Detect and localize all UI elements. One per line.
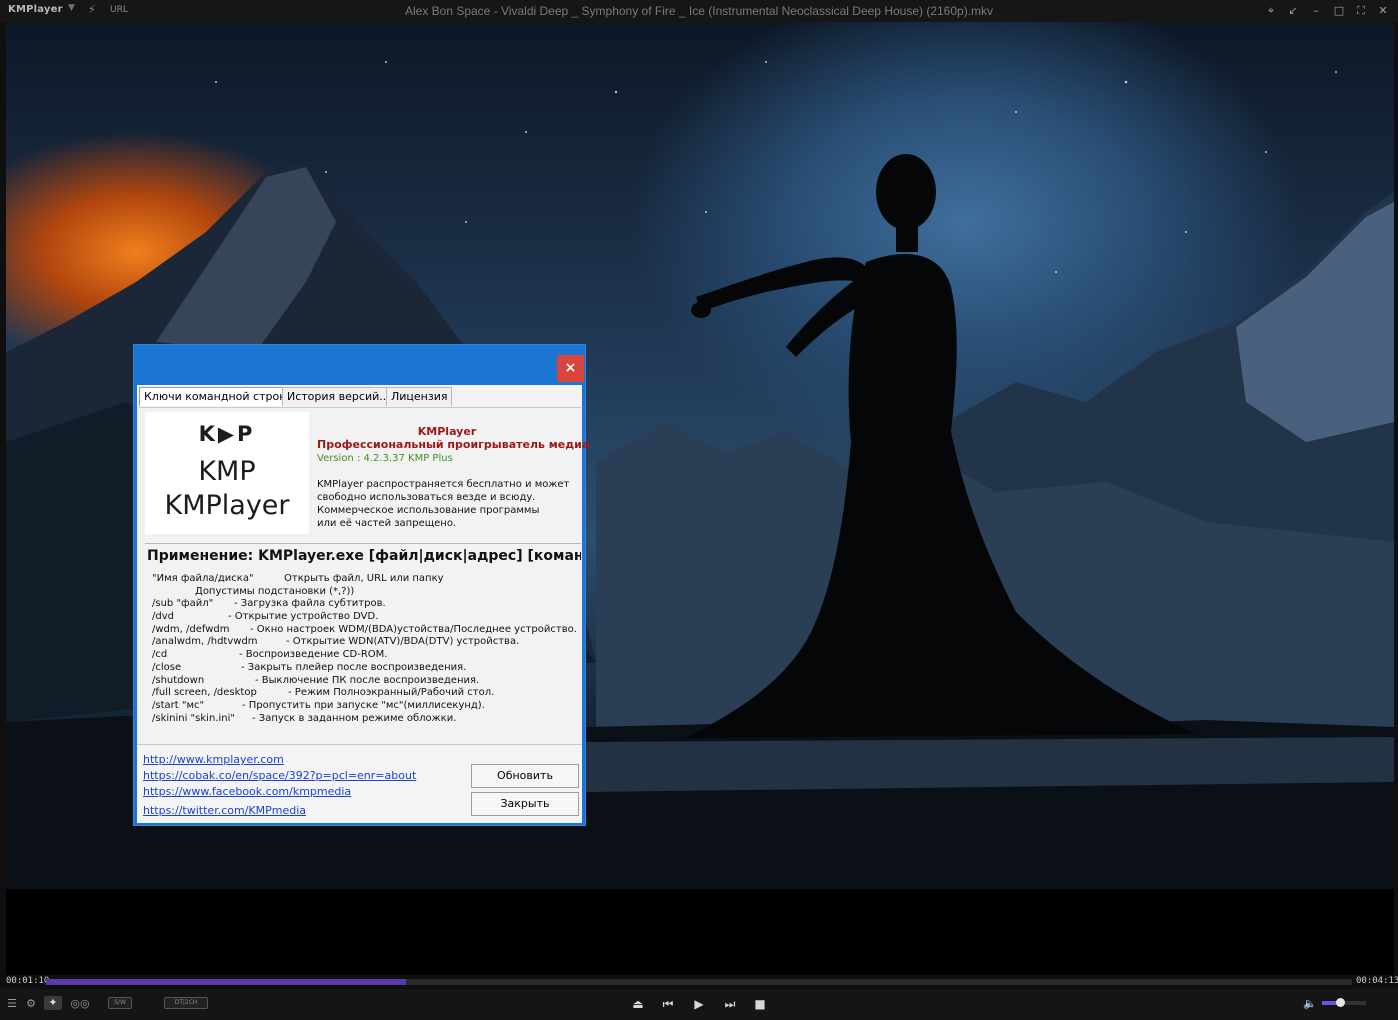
tab-command-line[interactable]: Ключи командной строки (139, 387, 298, 406)
command-row: /skinini "skin.ini" - Запуск в заданном р… (152, 713, 582, 726)
description-line: или её частей запрещено. (317, 518, 457, 529)
command-desc: - Режим Полноэкранный/Рабочий стол. (288, 687, 495, 699)
about-dialog: × Ключи командной строки История версий.… (133, 344, 589, 826)
command-row: /shutdown - Выключение ПК после воспроизв… (152, 675, 582, 688)
command-desc: - Окно настроек WDM/(BDA)устойства/После… (250, 623, 577, 635)
command-desc: - Закрыть плейер после воспроизведения. (241, 661, 467, 673)
command-row: Допустимы подстановки (*,?)) (152, 586, 582, 599)
seek-bar-fill (46, 979, 407, 985)
command-row: /analwdm, /hdtvwdm - Открытие WDN(ATV)/BD… (152, 636, 582, 649)
command-desc: - Открытие устройство DVD. (228, 611, 379, 623)
app-subtitle: Профессиональный проигрыватель медиа (317, 438, 590, 451)
update-button[interactable]: Обновить (471, 764, 579, 788)
dialog-close-button[interactable]: × (557, 355, 584, 382)
command-desc: Допустимы подстановки (*,?)) (195, 585, 355, 597)
description-line: свободно использоваться везде и всюду. (317, 492, 536, 503)
seek-bar[interactable] (46, 979, 1352, 985)
command-desc: Открыть файл, URL или папку (284, 573, 444, 584)
fullscreen-icon[interactable]: ⛶ (1352, 3, 1370, 19)
kmp-mark-logo: K▶P (198, 422, 256, 446)
dialog-tabs: Ключи командной строки История версий...… (137, 385, 582, 407)
eject-icon[interactable]: ⏏ (629, 996, 647, 1012)
command-desc: - Запуск в заданном режиме обложки. (252, 712, 457, 724)
command-key: /shutdown (152, 674, 205, 686)
kmp-logo: K▶P KMP KMPlayer (145, 412, 309, 534)
playlist-icon[interactable]: ☰ (6, 997, 18, 1011)
command-key: "Имя файла/диска" (152, 573, 254, 584)
link-cobak[interactable]: https://cobak.co/en/space/392?p=pcl=enr=… (143, 769, 416, 782)
title-bar: KMPlayer ▼ ⚡ URL Alex Bon Space - Vivald… (0, 0, 1398, 22)
command-key: /wdm, /defwdm (152, 623, 230, 635)
command-key: /sub "файл" (152, 598, 214, 610)
total-time: 00:04:13 (1356, 976, 1398, 986)
command-row: /sub "файл" - Загрузка файла субтитров. (152, 598, 582, 611)
previous-icon[interactable]: ⏮ (659, 996, 677, 1012)
settings-icon[interactable]: ⚙ (24, 997, 38, 1011)
tab-version-history[interactable]: История версий... (282, 387, 395, 406)
app-description: KMPlayer распространяется бесплатно и мо… (317, 478, 579, 530)
command-desc: - Открытие WDN(ATV)/BDA(DTV) устройства. (286, 636, 520, 648)
command-desc: - Пропустить при запуске "мс"(миллисекун… (242, 699, 485, 711)
mountain-right-snow (1236, 202, 1394, 442)
command-row: /cd - Воспроизведение CD-ROM. (152, 649, 582, 662)
current-time: 00:01:10 (6, 976, 50, 986)
command-row: /full screen, /desktop - Режим Полноэкран… (152, 687, 582, 700)
3d-icon[interactable]: ✦ (44, 996, 62, 1010)
command-row: /wdm, /defwdm - Окно настроек WDM/(BDA)ус… (152, 624, 582, 637)
link-facebook[interactable]: https://www.facebook.com/kmpmedia (143, 785, 351, 798)
tab-license[interactable]: Лицензия (386, 387, 453, 406)
audio-channel-badge[interactable]: DT|2CH (164, 997, 208, 1009)
command-desc: - Воспроизведение CD-ROM. (239, 649, 388, 661)
app-version: Version : 4.2.3.37 KMP Plus (317, 453, 453, 464)
dialog-title-bar[interactable]: × (134, 345, 585, 385)
command-row: "Имя файла/диска" Открыть файл, URL или п… (152, 573, 582, 586)
close-icon[interactable]: ✕ (1374, 3, 1392, 19)
command-key: /full screen, /desktop (152, 687, 257, 699)
control-bar: ☰ ⚙ ✦ ◎◎ S/W DT|2CH ⏏ ⏮ ▶ ⏭ ■ 🔈 (0, 989, 1398, 1020)
link-kmplayer-site[interactable]: http://www.kmplayer.com (143, 753, 284, 766)
command-key: /cd (152, 649, 168, 661)
seek-row: 00:01:10 00:04:13 (0, 975, 1398, 989)
command-row: /dvd - Открытие устройство DVD. (152, 611, 582, 624)
kmplayer-logo-text: KMPlayer (164, 490, 290, 521)
window-title: Alex Bon Space - Vivaldi Deep _ Symphony… (404, 4, 994, 18)
sw-decoder-badge[interactable]: S/W (108, 997, 132, 1009)
volume-slider[interactable] (1322, 998, 1366, 1007)
link-twitter[interactable]: https://twitter.com/KMPmedia (143, 804, 306, 817)
video-letterbox (6, 889, 1394, 975)
dialog-footer: http://www.kmplayer.com https://cobak.co… (137, 744, 582, 823)
description-line: Коммерческое использование программы (317, 505, 540, 516)
close-button[interactable]: Закрыть (471, 792, 579, 816)
play-icon[interactable]: ▶ (690, 996, 708, 1012)
pin-icon[interactable]: ⌖ (1262, 3, 1280, 19)
description-line: KMPlayer распространяется бесплатно и мо… (317, 479, 570, 490)
command-key: /skinini "skin.ini" (152, 712, 235, 724)
kmp-logo-text: KMP (198, 456, 256, 487)
next-icon[interactable]: ⏭ (721, 996, 739, 1012)
command-row: /close - Закрыть плейер после воспроизвед… (152, 662, 582, 675)
command-row: /start "мс" - Пропустить при запуске "мс"… (152, 700, 582, 713)
minimize-to-tray-icon[interactable]: ↙ (1284, 3, 1302, 19)
command-key: /start "мс" (152, 699, 205, 711)
minimize-icon[interactable]: – (1307, 3, 1325, 19)
tab-panel: K▶P KMP KMPlayer KMPlayer Профессиональн… (139, 407, 589, 745)
volume-knob[interactable] (1335, 998, 1345, 1007)
divider (145, 543, 581, 544)
dialog-body: Ключи командной строки История версий...… (137, 385, 589, 823)
command-desc: - Загрузка файла субтитров. (234, 598, 386, 610)
command-key: /dvd (152, 611, 174, 623)
app-name: KMPlayer (417, 425, 477, 438)
command-key: /analwdm, /hdtvwdm (152, 636, 258, 648)
usage-heading: Применение: KMPlayer.exe [файл|диск|адре… (147, 548, 581, 564)
command-key: /close (152, 661, 182, 673)
maximize-icon[interactable]: □ (1330, 3, 1348, 19)
vr-glasses-icon[interactable]: ◎◎ (70, 997, 90, 1011)
command-desc: - Выключение ПК после воспроизведения. (255, 674, 480, 686)
command-list: "Имя файла/диска" Открыть файл, URL или п… (152, 573, 582, 725)
stop-icon[interactable]: ■ (751, 996, 769, 1012)
volume-icon[interactable]: 🔈 (1303, 997, 1317, 1011)
